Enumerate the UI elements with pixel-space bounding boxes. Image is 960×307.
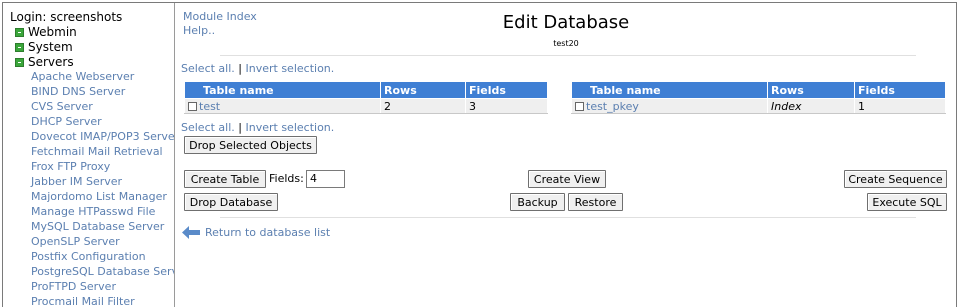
category-servers[interactable]: Servers [15, 55, 74, 69]
sidebar-item-postgresql[interactable]: PostgreSQL Database Server [31, 265, 174, 278]
category-label: Servers [28, 55, 74, 69]
category-webmin[interactable]: Webmin [15, 25, 77, 39]
sidebar-item-apache[interactable]: Apache Webserver [31, 70, 134, 83]
index-link[interactable]: test_pkey [586, 100, 639, 113]
fields-cell: 1 [854, 98, 946, 114]
create-table-button[interactable]: Create Table [184, 170, 266, 188]
selection-controls-bottom: Select all. | Invert selection. [181, 121, 334, 134]
select-all-link[interactable]: Select all. [181, 62, 235, 75]
login-label: Login: screenshots [10, 10, 123, 24]
table-link[interactable]: test [199, 100, 220, 113]
sidebar-item-dovecot[interactable]: Dovecot IMAP/POP3 Server [31, 130, 174, 143]
column-header-name: Table name [571, 81, 768, 99]
separator: | [238, 121, 242, 134]
page-subtitle: test20 [553, 39, 579, 48]
column-header-rows: Rows [380, 81, 466, 99]
create-view-button[interactable]: Create View [528, 170, 606, 188]
backup-button[interactable]: Backup [510, 193, 565, 211]
fields-cell: 3 [465, 98, 548, 114]
rows-cell: Index [767, 98, 855, 114]
folder-icon [15, 27, 24, 37]
category-label: System [28, 40, 73, 54]
sidebar-item-jabber[interactable]: Jabber IM Server [31, 175, 122, 188]
return-row[interactable]: Return to database list [182, 226, 330, 239]
divider [220, 217, 916, 218]
select-all-link[interactable]: Select all. [181, 121, 235, 134]
selection-controls-top: Select all. | Invert selection. [181, 62, 334, 75]
column-header-rows: Rows [767, 81, 855, 99]
row-checkbox[interactable] [188, 102, 197, 111]
sidebar-item-proftpd[interactable]: ProFTPD Server [31, 280, 116, 293]
table-header-row: Table name Rows Fields [184, 81, 548, 99]
sidebar-item-htpasswd[interactable]: Manage HTPasswd File [31, 205, 155, 218]
main-content: Module Index Help.. Edit Database test20… [178, 3, 954, 307]
sidebar-item-frox[interactable]: Frox FTP Proxy [31, 160, 110, 173]
table-row: test 2 3 [184, 98, 548, 114]
sidebar-item-fetchmail[interactable]: Fetchmail Mail Retrieval [31, 145, 163, 158]
table-header-row: Table name Rows Fields [571, 81, 946, 99]
drop-database-button[interactable]: Drop Database [184, 193, 278, 211]
rows-cell: 2 [380, 98, 466, 114]
sidebar-item-mysql[interactable]: MySQL Database Server [31, 220, 164, 233]
sidebar: Login: screenshots Webmin System Servers… [3, 3, 175, 307]
return-to-database-list-link[interactable]: Return to database list [205, 226, 330, 239]
execute-sql-button[interactable]: Execute SQL [867, 193, 947, 211]
category-label: Webmin [28, 25, 77, 39]
row-checkbox[interactable] [575, 102, 584, 111]
table-name-cell: test_pkey [571, 98, 768, 114]
sidebar-item-postfix[interactable]: Postfix Configuration [31, 250, 146, 263]
sidebar-item-cvs[interactable]: CVS Server [31, 100, 93, 113]
restore-button[interactable]: Restore [568, 193, 623, 211]
sidebar-item-dhcp[interactable]: DHCP Server [31, 115, 102, 128]
sidebar-item-procmail[interactable]: Procmail Mail Filter [31, 295, 135, 307]
column-header-fields: Fields [854, 81, 946, 99]
table-name-cell: test [184, 98, 381, 114]
sidebar-item-bind[interactable]: BIND DNS Server [31, 85, 125, 98]
tables-list-left: Table name Rows Fields test 2 3 [184, 81, 548, 114]
folder-icon [15, 42, 24, 52]
invert-selection-link[interactable]: Invert selection. [246, 62, 335, 75]
divider [220, 55, 916, 56]
category-system[interactable]: System [15, 40, 73, 54]
fields-label: Fields: [269, 172, 304, 185]
page-title: Edit Database [502, 12, 630, 33]
back-arrow-icon [182, 226, 200, 239]
column-header-name: Table name [184, 81, 381, 99]
column-header-fields: Fields [465, 81, 548, 99]
drop-selected-button[interactable]: Drop Selected Objects [184, 136, 317, 154]
table-row: test_pkey Index 1 [571, 98, 946, 114]
invert-selection-link[interactable]: Invert selection. [246, 121, 335, 134]
sidebar-item-openslp[interactable]: OpenSLP Server [31, 235, 120, 248]
fields-input[interactable]: 4 [306, 170, 345, 188]
tables-list-right: Table name Rows Fields test_pkey Index 1 [571, 81, 946, 114]
sidebar-item-majordomo[interactable]: Majordomo List Manager [31, 190, 167, 203]
folder-icon [15, 57, 24, 67]
create-sequence-button[interactable]: Create Sequence [844, 170, 947, 188]
separator: | [238, 62, 242, 75]
